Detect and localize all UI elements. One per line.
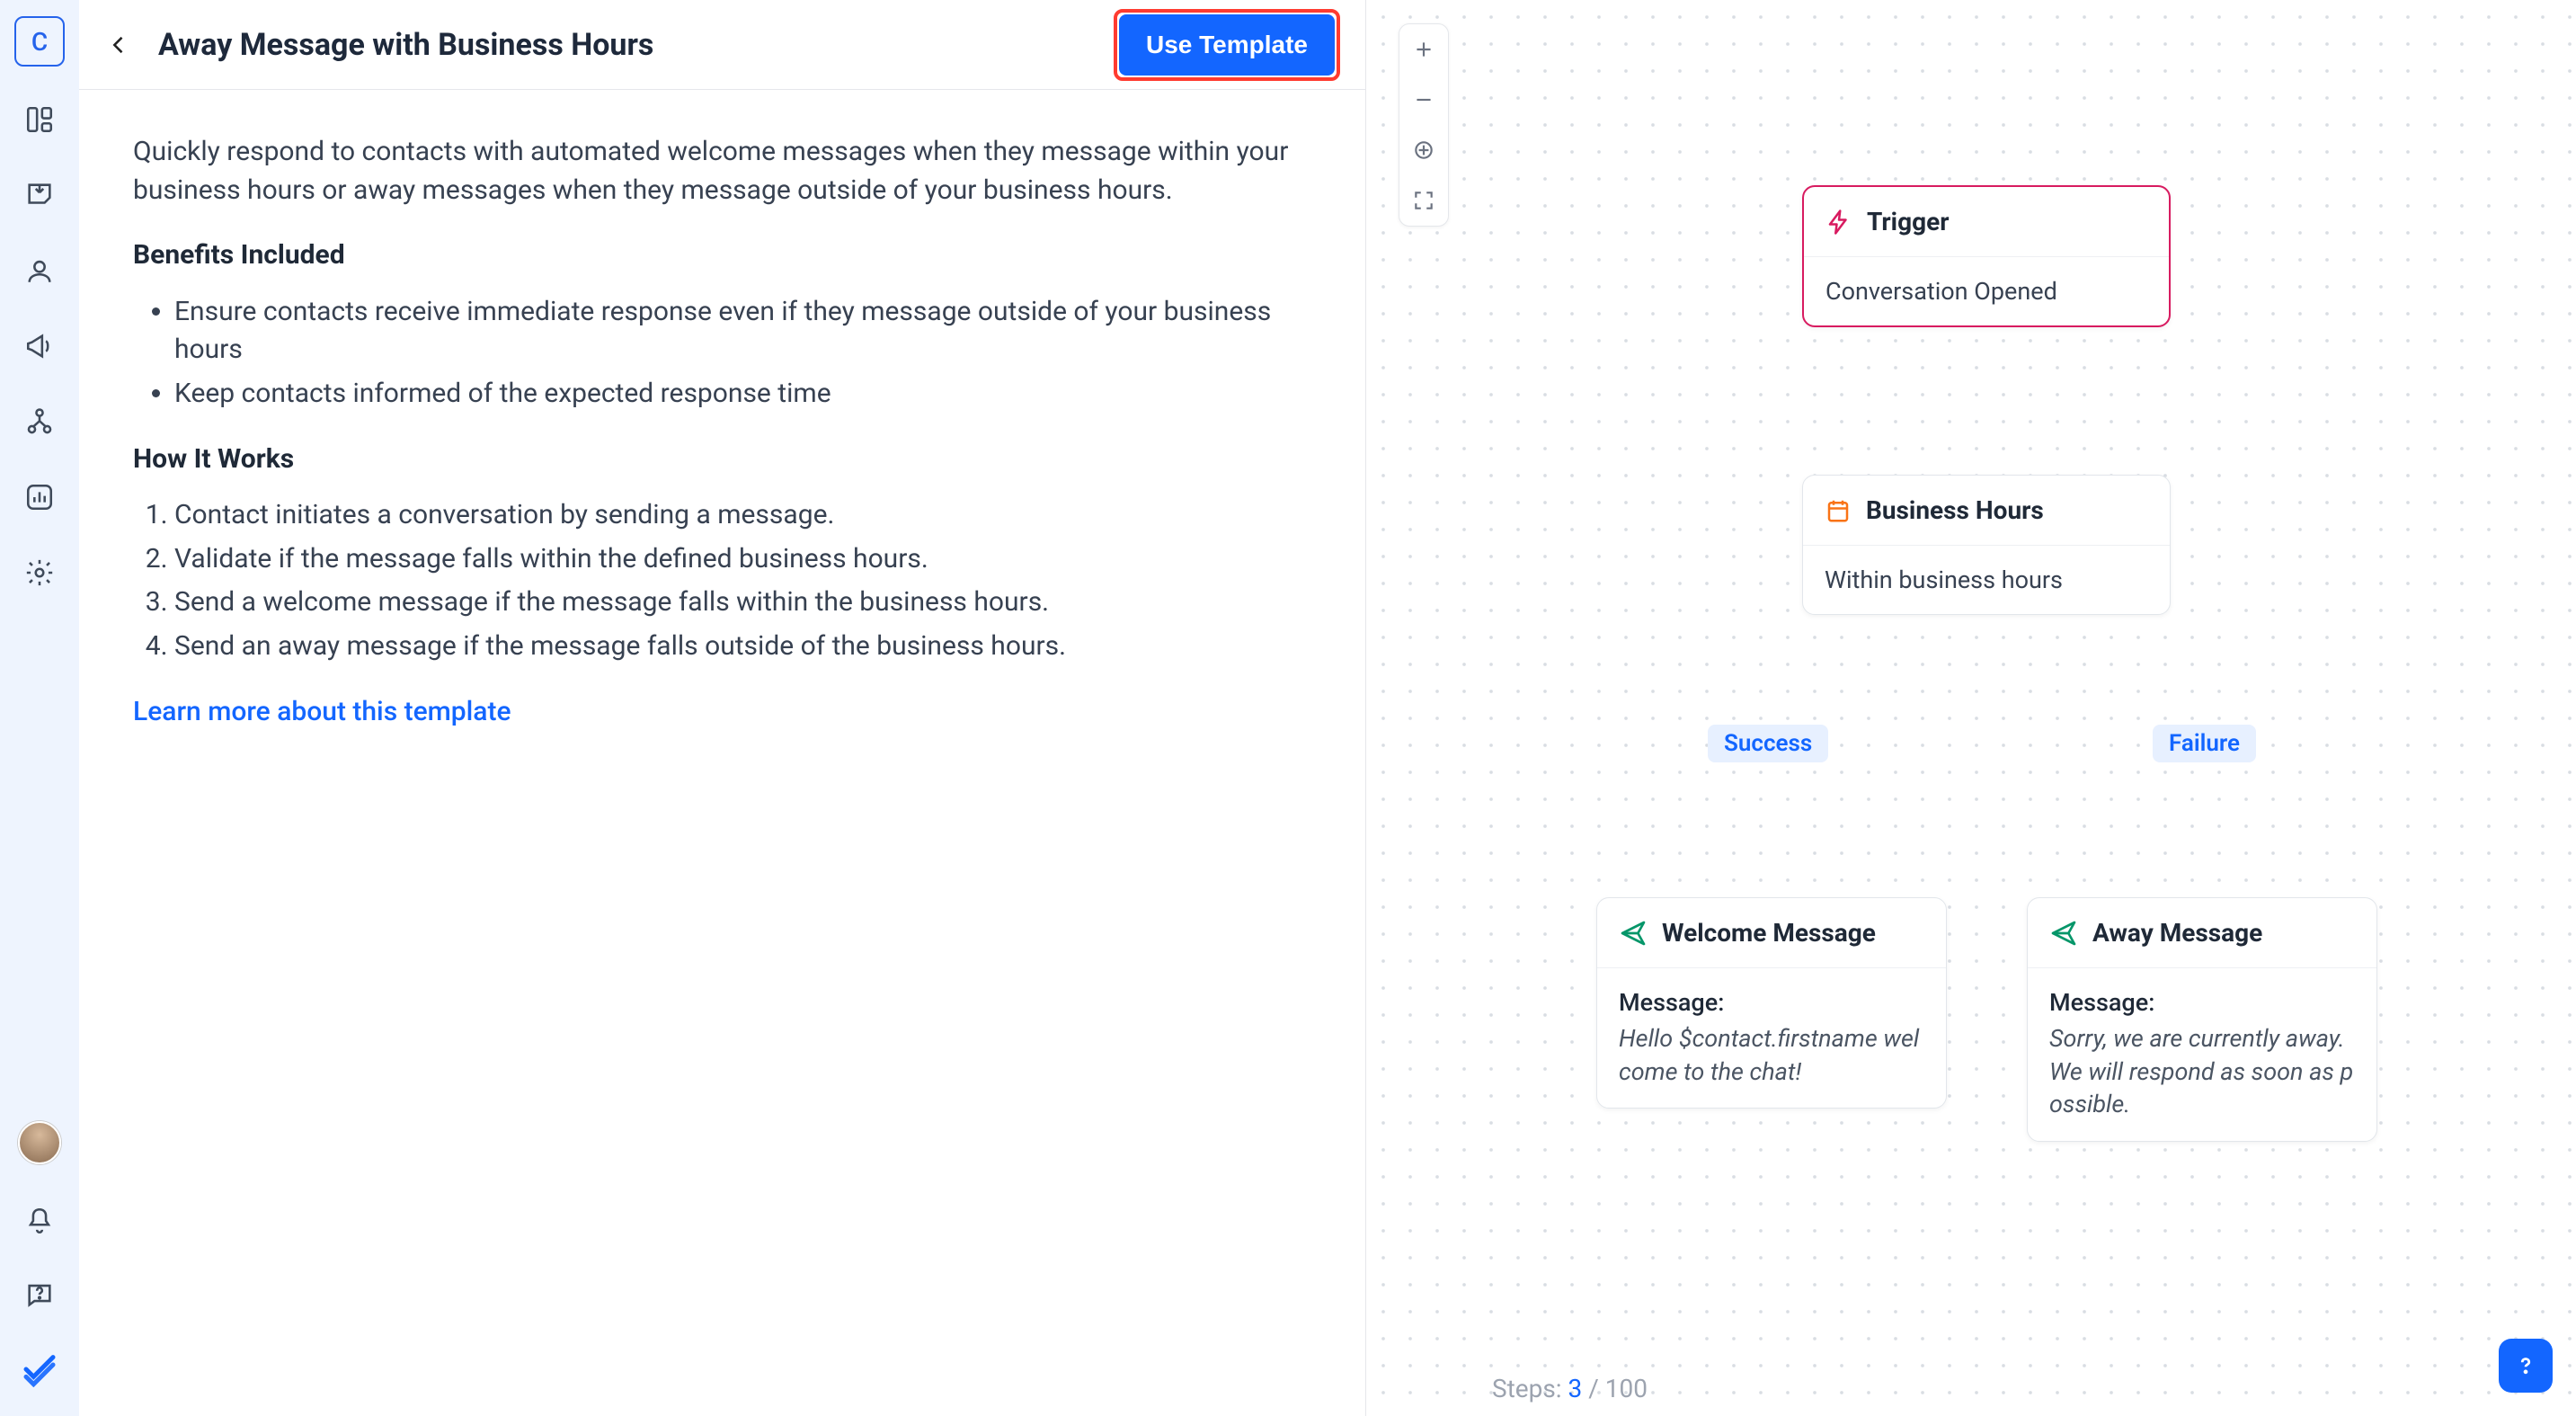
list-item: Validate if the message falls within the… [174,540,1311,579]
benefits-heading: Benefits Included [133,236,1311,275]
steps-sep: / [1582,1374,1604,1403]
benefits-list: Ensure contacts receive immediate respon… [133,293,1311,414]
list-item: Contact initiates a conversation by send… [174,496,1311,535]
send-icon [2049,919,2078,948]
how-heading: How It Works [133,441,1311,479]
list-item: Send a welcome message if the message fa… [174,583,1311,622]
steps-current: 3 [1568,1374,1583,1403]
node-body: Within business hours [1803,545,2170,614]
node-business-hours[interactable]: Business Hours Within business hours [1802,475,2171,615]
branch-label-failure: Failure [2153,725,2256,762]
sidebar-bottom [18,1121,61,1416]
node-head: Business Hours [1803,476,2170,545]
sidebar: C [0,0,79,1416]
node-welcome-message[interactable]: Welcome Message Message: Hello $contact.… [1596,897,1947,1109]
node-away-message[interactable]: Away Message Message: Sorry, we are curr… [2027,897,2377,1142]
sidebar-nav [22,102,57,590]
list-item: Ensure contacts receive immediate respon… [174,293,1311,370]
node-body: Message: Hello $contact.firstname welcom… [1597,967,1946,1108]
workflow-canvas[interactable]: Trigger Conversation Opened Business Hou… [1366,0,2576,1416]
fullscreen-button[interactable] [1399,175,1449,226]
use-template-highlight: Use Template [1114,9,1340,81]
steps-counter: Steps: 3 / 100 [1492,1374,1648,1403]
left-pane: Away Message with Business Hours Use Tem… [79,0,1366,1416]
zoom-out-button[interactable] [1399,75,1449,125]
zoom-in-button[interactable] [1399,24,1449,75]
use-template-button[interactable]: Use Template [1119,14,1335,76]
node-title: Trigger [1867,207,1949,236]
calendar-icon [1825,497,1852,524]
help-icon[interactable] [22,1278,57,1312]
help-fab-button[interactable] [2499,1339,2553,1393]
template-description: Quickly respond to contacts with automat… [79,90,1365,774]
zoom-controls [1399,23,1449,227]
node-title: Business Hours [1866,495,2044,525]
intro-text: Quickly respond to contacts with automat… [133,133,1311,209]
inbox-icon[interactable] [22,178,57,212]
send-icon [1619,919,1648,948]
learn-more-link[interactable]: Learn more about this template [133,693,1311,732]
zoom-fit-button[interactable] [1399,125,1449,175]
branch-label-success: Success [1708,725,1828,762]
back-button[interactable] [95,22,142,68]
node-title: Welcome Message [1662,918,1876,948]
node-body: Message: Sorry, we are currently away. W… [2028,967,2376,1141]
node-head: Trigger [1804,187,2169,256]
workflow-icon[interactable] [22,405,57,439]
steps-prefix: Steps: [1492,1374,1568,1403]
dashboard-icon[interactable] [22,102,57,137]
node-title: Away Message [2092,918,2262,948]
settings-icon[interactable] [22,556,57,590]
notifications-icon[interactable] [22,1204,57,1238]
brand-logo-icon [22,1351,58,1391]
avatar[interactable] [18,1121,61,1164]
lightning-icon [1825,209,1852,236]
node-head: Away Message [2028,898,2376,967]
sidebar-app-logo[interactable]: C [14,16,65,67]
node-trigger[interactable]: Trigger Conversation Opened [1802,185,2171,327]
node-body: Conversation Opened [1804,256,2169,325]
contacts-icon[interactable] [22,254,57,288]
main: Away Message with Business Hours Use Tem… [79,0,2576,1416]
message-label: Message: [2049,988,2355,1017]
left-header: Away Message with Business Hours Use Tem… [79,0,1365,90]
broadcast-icon[interactable] [22,329,57,363]
reports-icon[interactable] [22,480,57,514]
message-text: Sorry, we are currently away. We will re… [2049,1022,2355,1121]
page-title: Away Message with Business Hours [158,27,1097,63]
node-head: Welcome Message [1597,898,1946,967]
steps-total: 100 [1605,1374,1648,1403]
list-item: Keep contacts informed of the expected r… [174,375,1311,414]
message-text: Hello $contact.firstname welcome to the … [1619,1022,1924,1088]
message-label: Message: [1619,988,1924,1017]
list-item: Send an away message if the message fall… [174,628,1311,666]
how-steps-list: Contact initiates a conversation by send… [133,496,1311,665]
